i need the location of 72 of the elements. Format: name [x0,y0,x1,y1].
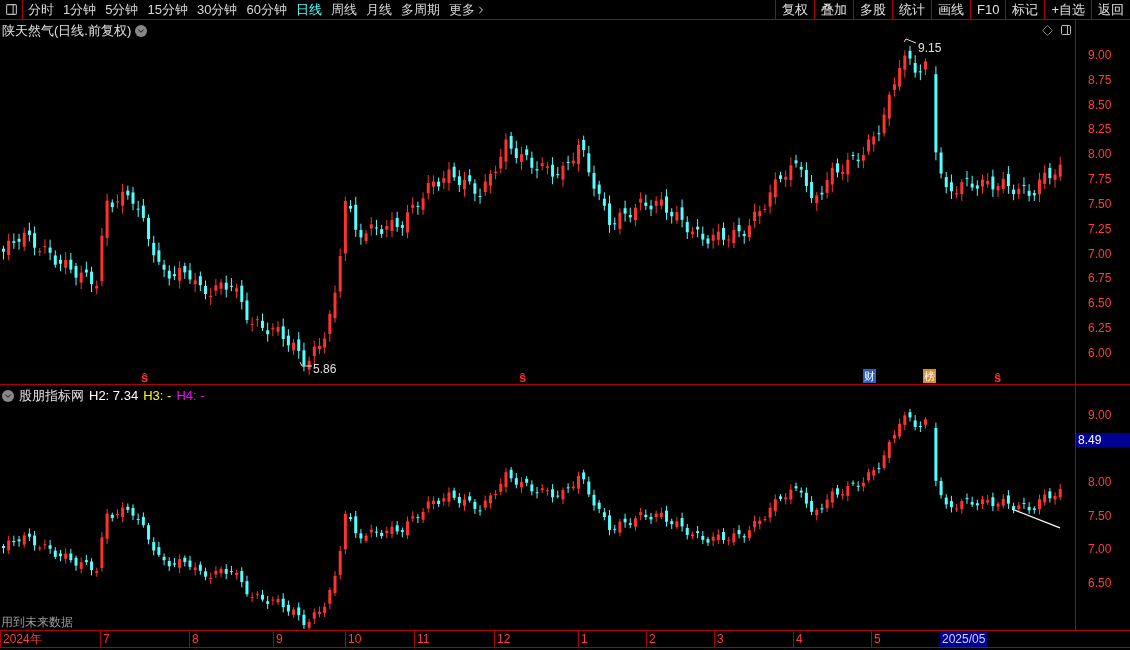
toolbar-button[interactable]: +自选 [1044,0,1091,19]
time-axis-label: 12 [494,631,511,647]
time-axis-label: 7 [100,631,110,647]
period-tab[interactable]: 多周期 [400,0,440,20]
time-axis-label: 9 [273,631,283,647]
signal-mark[interactable]: ŝ [519,368,527,388]
time-axis-label: 1 [578,631,588,647]
time-axis-label: 11 [414,631,430,647]
dropdown-icon[interactable] [2,389,14,402]
low-price-label: 5.86 [313,361,337,378]
event-badge[interactable]: 财 [863,369,876,383]
toolbar-button[interactable]: 画线 [931,0,970,19]
signal-mark[interactable]: ŝ [994,368,1002,388]
footnote: 用到未来数据 [1,614,73,631]
price-axis-label: 9.00 [1088,48,1112,62]
current-date-label: 2025/05 [940,631,988,647]
price-axis-label: 8.00 [1088,475,1112,490]
panel-toggle-icon[interactable] [4,3,18,16]
indicator-value: H3: - [143,387,172,405]
period-tab[interactable]: 1分钟 [63,0,97,20]
price-axis-label: 7.50 [1088,197,1112,211]
indicator-value: H4: - [176,387,205,405]
period-tab[interactable]: 分时 [28,0,54,20]
price-axis-label: 7.00 [1088,246,1112,261]
price-axis-label: 7.50 [1088,508,1112,523]
time-axis-label: 4 [793,631,803,647]
high-price-label: 9.15 [918,40,942,57]
price-axis-label: 7.75 [1088,172,1112,187]
price-axis-label: 9.00 [1088,408,1112,422]
panel-icon[interactable] [1060,24,1072,36]
signal-mark[interactable]: ŝ [141,368,149,388]
toolbar-button[interactable]: 复权 [775,0,814,19]
price-axis-label: 8.25 [1088,122,1112,137]
more-button[interactable]: 更多 [448,0,487,20]
chart-title: 陕天然气(日线.前复权) [2,22,132,40]
period-tab[interactable]: 周线 [330,0,357,20]
price-axis-label: 7.00 [1088,542,1112,557]
price-axis-label: 6.75 [1088,271,1112,286]
toolbar-button[interactable]: 标记 [1005,0,1045,19]
toolbar-button[interactable]: 多股 [853,0,892,19]
price-axis-label: 6.50 [1088,576,1112,590]
period-tab[interactable]: 30分钟 [196,0,238,20]
time-axis-label: 2 [646,631,656,647]
price-axis-label: 6.50 [1088,296,1112,311]
leader-line [903,38,917,44]
leader-line [299,361,313,367]
toolbar-button[interactable]: 返回 [1091,0,1130,19]
period-tab[interactable]: 5分钟 [105,0,139,20]
diamond-icon[interactable] [1042,25,1053,36]
time-axis-label: 3 [714,631,724,647]
toolbar-button[interactable]: 叠加 [814,0,853,19]
price-axis-label: 6.00 [1088,346,1112,360]
price-axis-label: 8.75 [1088,72,1112,87]
indicator-value: H2: 7.34 [89,387,139,405]
toolbar-button[interactable]: 统计 [892,0,931,19]
dropdown-icon[interactable] [135,24,148,37]
price-axis-label: 7.25 [1088,221,1112,236]
toolbar-button[interactable]: F10 [970,0,1006,19]
price-axis-label: 6.25 [1088,321,1112,336]
time-axis-label: 5 [871,631,881,647]
time-axis-label: 8 [189,631,199,647]
price-axis-label: 8.00 [1088,147,1112,162]
period-tab[interactable]: 月线 [365,0,392,20]
current-price-tag: 8.49 [1076,433,1130,447]
period-tab[interactable]: 15分钟 [147,0,188,20]
period-tab[interactable]: 日线 [295,0,322,20]
trend-line [1011,508,1061,529]
time-axis-label: 2024年 [0,631,42,647]
time-axis-label: 10 [345,631,362,647]
price-axis-label: 8.50 [1088,97,1112,112]
period-tab[interactable]: 60分钟 [246,0,287,20]
indicator-name: 股朋指标网 [19,387,84,405]
